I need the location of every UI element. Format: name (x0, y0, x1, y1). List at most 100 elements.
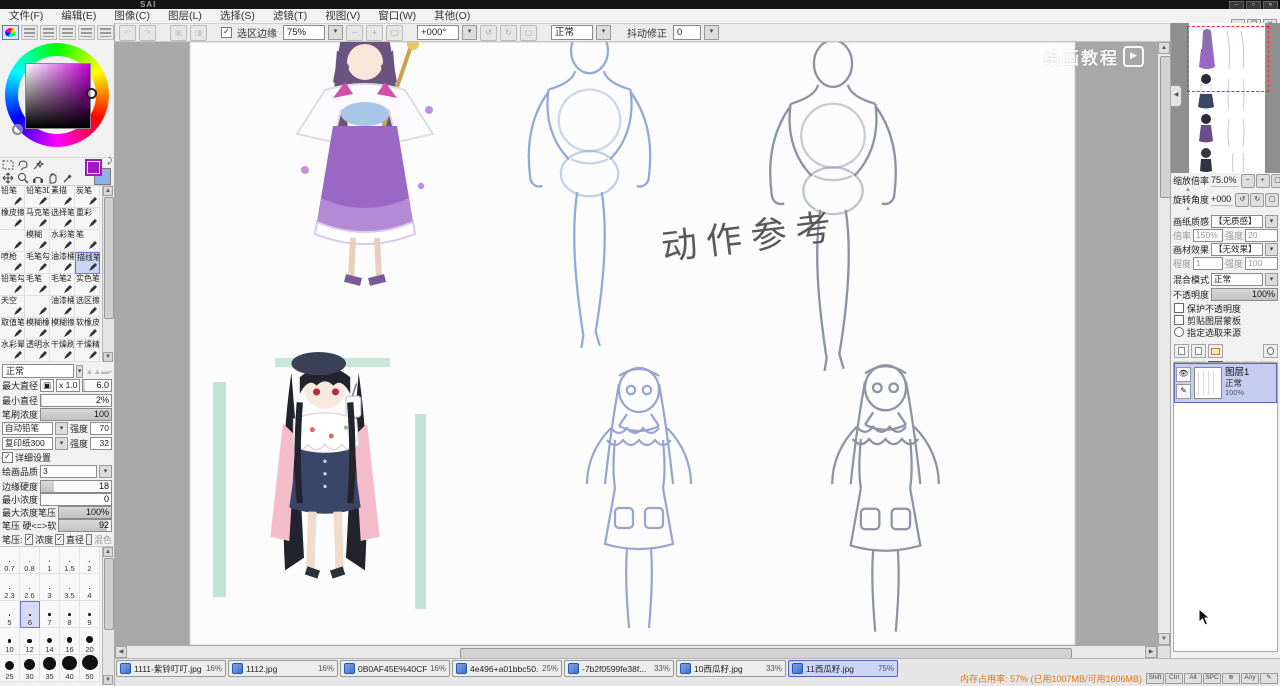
nav-rotate-ccw-button[interactable]: ↺ (1235, 192, 1250, 207)
invert-selection-icon[interactable]: ◨ (190, 24, 207, 41)
material-effect-select[interactable]: 【无效果】 (1211, 243, 1263, 256)
tool-cell[interactable]: 马克笔 (25, 208, 50, 230)
swatches-tab-icon[interactable] (78, 25, 95, 40)
redo-icon[interactable]: ↷ (139, 24, 156, 41)
layer-list[interactable]: 👁 ✎ 图层1 正常 100% (1173, 362, 1278, 652)
effect-amount-value[interactable]: 1 (1193, 257, 1224, 270)
nav-zoom-out-button[interactable]: − (1240, 173, 1255, 188)
menu-item[interactable]: 窗口(W) (369, 9, 425, 23)
navigator[interactable]: ◀ (1171, 23, 1280, 173)
rotate-canvas-icon[interactable] (31, 171, 45, 184)
tool-grid-scrollbar[interactable]: ▲ ▼ (102, 186, 114, 362)
size-cell[interactable]: 0.7 (0, 547, 20, 574)
tool-cell[interactable]: 选区擦 (75, 296, 100, 318)
menu-item[interactable]: 文件(F) (0, 9, 52, 23)
canvas-artwork[interactable]: 动作参考 (115, 42, 1157, 645)
tool-cell[interactable]: 油漆桶 (50, 296, 75, 318)
max-density-pressure-slider[interactable]: 100% (58, 506, 112, 519)
nav-rotate-reset-button[interactable]: ▢ (1265, 192, 1280, 207)
paper-scale-value[interactable]: 150% (1193, 229, 1224, 242)
size-cell[interactable]: 10 (0, 628, 20, 655)
canvas-horizontal-scrollbar[interactable]: ◀ ▶ (115, 645, 1157, 659)
jitter-dropdown-icon[interactable]: ▾ (704, 25, 719, 40)
move-tool-icon[interactable] (1, 171, 15, 184)
nav-zoom-reset-button[interactable]: ▢ (1270, 173, 1280, 188)
size-cell[interactable]: 3.5 (60, 574, 80, 601)
document-tab[interactable]: 0B0AF45E%40CF6... 16% (340, 660, 450, 677)
size-cell[interactable]: 3 (40, 574, 60, 601)
pressure-diameter-checkbox[interactable]: ✓ (55, 533, 64, 545)
hand-tool-icon[interactable] (46, 171, 60, 184)
tool-cell[interactable]: 素描 (50, 186, 75, 208)
document-tab[interactable]: 4e496+a01bbc50... 25% (452, 660, 562, 677)
tool-cell[interactable]: 取值笔 (0, 318, 25, 340)
clipping-mask-checkbox[interactable] (1174, 315, 1184, 325)
modifier-key[interactable]: Any (1241, 673, 1259, 684)
advanced-settings-checkbox[interactable]: ✓ (2, 452, 13, 463)
rotate-angle-value[interactable]: +000 (1211, 194, 1234, 206)
paper-texture-select[interactable]: 【无质感】 (1211, 215, 1263, 228)
min-density-slider[interactable]: 0 (40, 493, 112, 506)
size-cell[interactable]: 5 (0, 601, 20, 628)
modifier-key[interactable]: ✎ (1260, 673, 1278, 684)
panel-collapse-icon[interactable]: ◀ (1171, 85, 1182, 107)
pressure-density-checkbox[interactable]: ✓ (24, 533, 34, 545)
zoom-dropdown-icon[interactable]: ▾ (328, 25, 343, 40)
layer-blend-mode-select[interactable]: 正常 (1211, 273, 1263, 286)
brush-density-slider[interactable]: 100 (40, 407, 112, 421)
quality-value[interactable]: 3 (40, 465, 97, 478)
size-cell[interactable]: 2 (80, 547, 100, 574)
size-cell[interactable]: 2.6 (20, 574, 40, 601)
tool-cell[interactable]: 重彩 (75, 208, 100, 230)
zoom-field[interactable]: 75% (283, 25, 325, 40)
tool-cell[interactable]: 毛笔 (25, 274, 50, 296)
paper-texture-dropdown-icon[interactable]: ▾ (1265, 215, 1278, 228)
tool-cell[interactable]: 干燥精细 (75, 340, 100, 362)
document-tab[interactable]: 1111-紫铃叮叮.jpg 16% (116, 660, 226, 677)
size-cell[interactable]: 40 (60, 655, 80, 682)
layer-edit-icon[interactable]: ✎ (1176, 384, 1191, 399)
size-cell[interactable]: 1 (40, 547, 60, 574)
lasso-icon[interactable] (16, 158, 30, 171)
rect-select-icon[interactable] (1, 158, 15, 171)
tool-cell[interactable]: 干燥刷子 (50, 340, 75, 362)
tool-cell[interactable]: 软橡皮 (75, 318, 100, 340)
new-layer-icon[interactable] (1174, 344, 1189, 358)
menu-item[interactable]: 图层(L) (159, 9, 211, 23)
selection-source-radio[interactable] (1174, 327, 1184, 337)
selection-edge-checkbox[interactable]: ✓ (221, 27, 232, 38)
size-cell[interactable]: 50 (80, 655, 100, 682)
tool-cell[interactable] (25, 296, 50, 318)
pressure-hard-soft-slider[interactable]: 92 (58, 519, 112, 532)
document-tab[interactable]: -7b2f0599fe38f... 33% (564, 660, 674, 677)
zoom-out-button[interactable]: − (346, 24, 363, 41)
tool-cell[interactable]: 实色笔 (75, 274, 100, 296)
paint-mode-dropdown-icon[interactable]: ▾ (76, 364, 84, 378)
tool-cell[interactable]: 天空 (0, 296, 25, 318)
tool-cell[interactable]: 铅笔 (0, 186, 25, 208)
texture1-dropdown-icon[interactable]: ▾ (54, 422, 68, 435)
swap-colors-icon[interactable]: ⤸ (107, 156, 112, 166)
angle-field[interactable]: +000° (417, 25, 459, 40)
tool-cell[interactable]: 模糊 (25, 230, 50, 252)
tool-cell[interactable]: 橡皮擦 (0, 208, 25, 230)
navigator-view-rect[interactable] (1187, 26, 1269, 92)
brush-shape-icons[interactable]: ▲▲▬▪ (85, 367, 112, 376)
tool-cell[interactable]: 喷枪 (0, 252, 25, 274)
min-diameter-slider[interactable]: 2% (40, 393, 112, 407)
jitter-field[interactable]: 0 (673, 25, 701, 40)
document-tab[interactable]: 11西瓜籽.jpg 75% (788, 660, 898, 677)
zoom-reset-button[interactable]: ▢ (386, 24, 403, 41)
size-cell[interactable]: 30 (20, 655, 40, 682)
modifier-key[interactable]: SPC (1203, 673, 1221, 684)
texture2-strength-value[interactable]: 32 (90, 437, 112, 450)
size-cell[interactable]: 25 (0, 655, 20, 682)
size-grid-scrollbar[interactable]: ▲ ▼ (102, 547, 114, 685)
menu-item[interactable]: 视图(V) (316, 9, 369, 23)
menu-item[interactable]: 选择(S) (211, 9, 264, 23)
size-cell[interactable]: 7 (40, 601, 60, 628)
size-cell[interactable]: 1.5 (60, 547, 80, 574)
pressure-blend-checkbox[interactable] (85, 533, 92, 545)
menu-item[interactable]: 图像(C) (105, 9, 159, 23)
tool-cell[interactable]: 铅笔3D (25, 186, 50, 208)
